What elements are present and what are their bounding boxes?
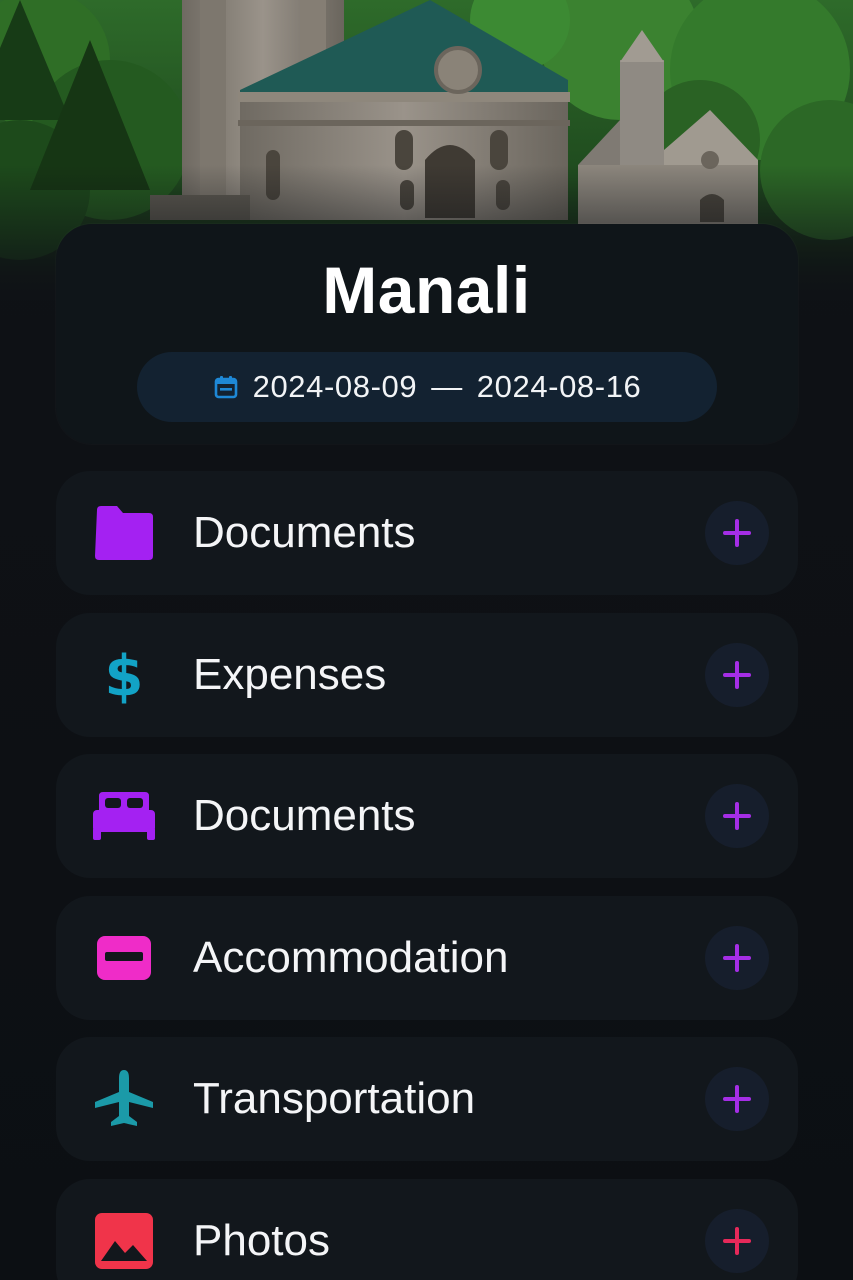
- plus-icon: [723, 1226, 751, 1255]
- category-row-expenses[interactable]: $ Expenses: [56, 612, 798, 737]
- plus-icon: [723, 519, 751, 547]
- category-label: Documents: [193, 791, 416, 840]
- category-label: Accommodation: [193, 932, 509, 982]
- card-icon: [92, 928, 156, 988]
- add-accommodation-button[interactable]: [705, 925, 769, 990]
- airplane-icon: [92, 1069, 156, 1129]
- start-date: 2024-08-09: [252, 369, 418, 404]
- add-transportation-button[interactable]: [705, 1067, 769, 1131]
- plus-icon: [723, 943, 751, 972]
- plus-icon: [723, 802, 751, 830]
- calendar-icon: [213, 374, 239, 400]
- category-label: Photos: [193, 1215, 330, 1265]
- trip-detail-screen: Manali 2024-08-09 — 2024-08-16 Documents: [0, 0, 853, 1280]
- image-icon: [92, 1211, 156, 1271]
- plus-icon: [723, 1085, 751, 1113]
- category-row-photos[interactable]: Photos: [56, 1178, 798, 1280]
- category-row-accommodation[interactable]: Accommodation: [56, 895, 798, 1020]
- add-expenses-button[interactable]: [705, 642, 769, 707]
- add-documents-2-button[interactable]: [705, 784, 769, 848]
- svg-text:$: $: [105, 645, 144, 705]
- date-range-pill[interactable]: 2024-08-09 — 2024-08-16: [137, 352, 717, 422]
- end-date: 2024-08-16: [476, 369, 642, 404]
- category-list: Documents $ Expenses Documents Accommoda…: [56, 471, 798, 1280]
- dollar-icon: $: [92, 645, 156, 705]
- folder-icon: [92, 503, 156, 563]
- trip-title: Manali: [322, 253, 531, 327]
- category-label: Transportation: [193, 1074, 476, 1123]
- date-separator: —: [431, 369, 463, 404]
- category-row-documents[interactable]: Documents: [56, 471, 798, 595]
- add-photos-button[interactable]: [705, 1208, 769, 1273]
- category-row-documents-2[interactable]: Documents: [56, 754, 798, 878]
- plus-icon: [723, 660, 751, 689]
- bed-icon: [92, 786, 156, 846]
- category-label: Documents: [193, 508, 416, 557]
- category-label: Expenses: [193, 649, 387, 699]
- add-documents-button[interactable]: [705, 501, 769, 565]
- category-row-transportation[interactable]: Transportation: [56, 1037, 798, 1161]
